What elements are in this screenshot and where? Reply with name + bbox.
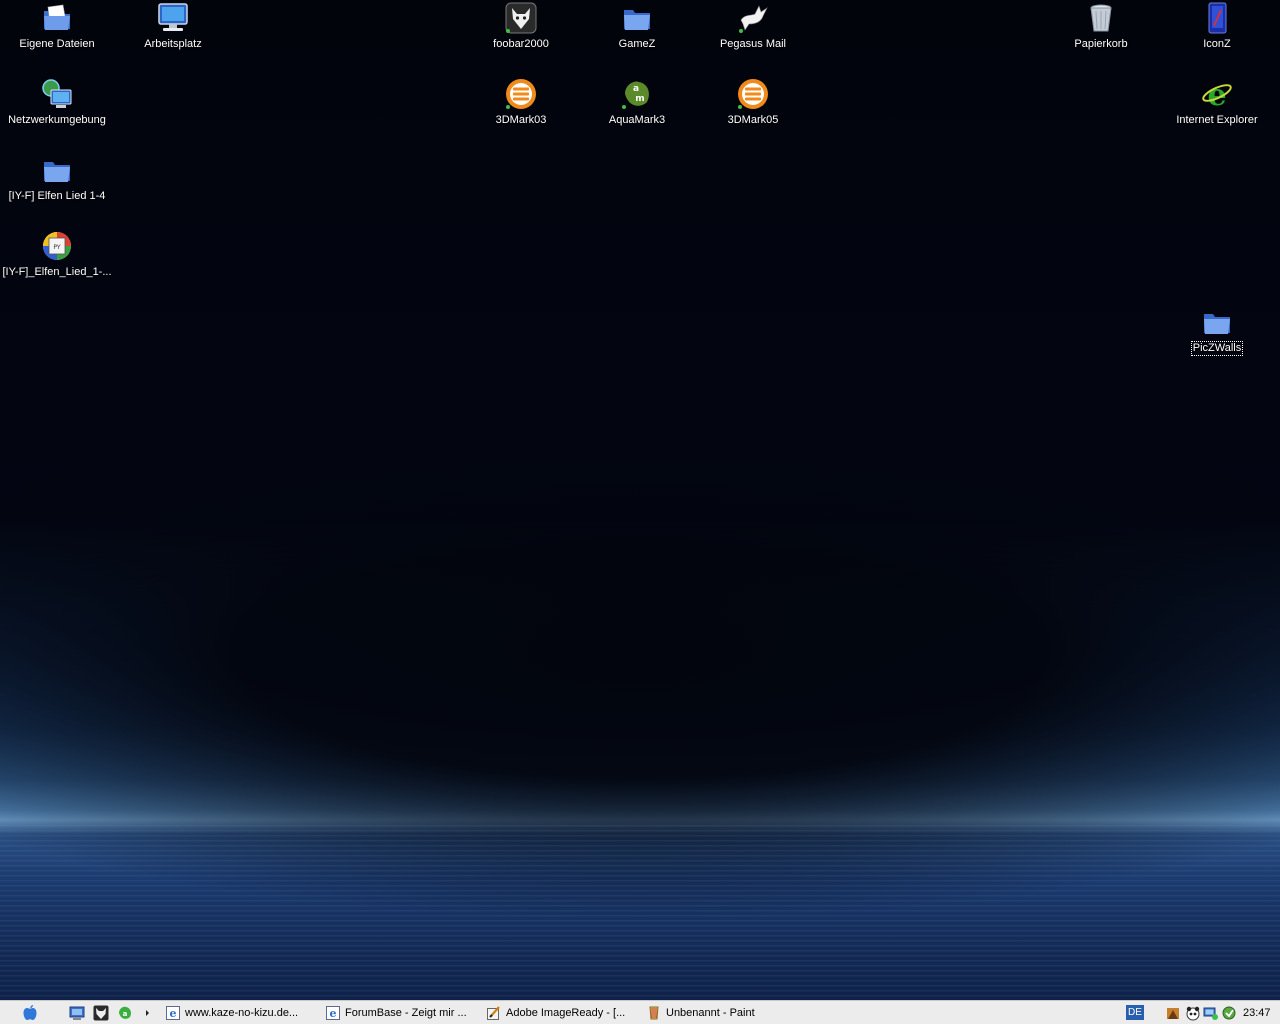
network-status-icon[interactable] [1203, 1005, 1219, 1021]
desktop-icon-eigene-dateien[interactable]: Eigene Dateien [0, 2, 115, 51]
svg-text:e: e [170, 1007, 177, 1020]
icon-label: Netzwerkumgebung [8, 114, 106, 126]
icon-label: PicZWalls [1190, 341, 1244, 356]
panda-icon[interactable] [1185, 1005, 1201, 1021]
imageready-icon [487, 1006, 500, 1021]
chevron-right-icon[interactable] [144, 1008, 152, 1018]
desktop-icon-foobar2000[interactable]: foobar2000 [463, 2, 579, 51]
svg-text:PY: PY [53, 244, 60, 251]
desktop-icon-elfen-lied-folder[interactable]: [IY-F] Elfen Lied 1-4 [0, 154, 115, 203]
my-computer-icon [158, 3, 188, 31]
aquamark-icon: a m [622, 81, 649, 109]
icon-label: [IY-F] Elfen Lied 1-4 [8, 190, 106, 202]
taskbar-button-imageready[interactable]: Adobe ImageReady - [... [487, 1004, 625, 1022]
taskbar-button-paint[interactable]: Unbenannt - Paint [647, 1004, 755, 1022]
icon-label: IconZ [1203, 38, 1231, 50]
icon-label: Pegasus Mail [719, 38, 787, 50]
desktop-icon-papierkorb[interactable]: Papierkorb [1043, 2, 1159, 51]
svg-text:a: a [633, 84, 639, 94]
desktop-icon-elfen-lied-file[interactable]: PY [IY-F]_Elfen_Lied_1-... [0, 230, 115, 279]
icon-label: 3DMark03 [495, 114, 547, 126]
svg-text:m: m [635, 94, 644, 104]
recycle-bin-icon [1090, 4, 1112, 32]
iconz-icon [1208, 2, 1227, 34]
icon-label: Papierkorb [1074, 38, 1128, 50]
aquamark-icon[interactable]: a [117, 1005, 133, 1021]
taskbar-button-kaze-no-kizu[interactable]: e www.kaze-no-kizu.de... [166, 1004, 298, 1022]
icon-label: AquaMark3 [608, 114, 666, 126]
tray-utility-icon[interactable] [1221, 1005, 1237, 1021]
desktop-icon-aquamark3[interactable]: a m AquaMark3 [579, 78, 695, 127]
icon-label: GameZ [618, 38, 656, 50]
desktop-icon-3dmark05[interactable]: 3DMark05 [695, 78, 811, 127]
icon-label: 3DMark05 [727, 114, 779, 126]
desktop-icon-3dmark03[interactable]: 3DMark03 [463, 78, 579, 127]
desktop-background: Eigene Dateien Arbeitsplatz Netzwerkumge… [0, 0, 1280, 1000]
foobar-icon[interactable] [93, 1005, 109, 1021]
taskbar-button-label: ForumBase - Zeigt mir ... [345, 1007, 467, 1019]
desktop-icon-arbeitsplatz[interactable]: Arbeitsplatz [115, 2, 231, 51]
3dmark-icon [506, 79, 536, 109]
icon-label: Eigene Dateien [19, 38, 95, 50]
3dmark-icon [738, 79, 768, 109]
icon-label: [IY-F]_Elfen_Lied_1-... [2, 266, 112, 278]
taskbar-button-label: www.kaze-no-kizu.de... [185, 1007, 299, 1019]
tray-app-icon[interactable] [1165, 1005, 1181, 1021]
icon-label: foobar2000 [493, 38, 549, 50]
taskbar-button-forumbase[interactable]: e ForumBase - Zeigt mir ... [326, 1004, 467, 1022]
desktop-icon-piczwalls[interactable]: PicZWalls [1159, 306, 1275, 356]
internet-explorer-icon: e [1202, 78, 1232, 110]
foobar-icon [505, 2, 537, 34]
language-indicator[interactable]: DE [1126, 1005, 1144, 1020]
icon-label: Internet Explorer [1176, 114, 1258, 126]
network-places-icon [42, 79, 72, 108]
folder-icon [44, 162, 70, 182]
internet-explorer-icon: e [326, 1006, 340, 1021]
sea-horizon [0, 825, 1280, 1000]
desktop-icon-iconz[interactable]: IconZ [1159, 2, 1275, 51]
folder-icon [624, 10, 650, 30]
media-file-icon: PY [43, 232, 71, 260]
internet-explorer-icon: e [166, 1006, 180, 1021]
desktop-icon-pegasus-mail[interactable]: Pegasus Mail [695, 2, 811, 51]
taskbar: a e www.kaze-no-kizu.de... e ForumBase - Z… [0, 1000, 1280, 1024]
show-desktop-icon[interactable] [69, 1005, 85, 1021]
desktop-icon-internet-explorer[interactable]: e Internet Explorer [1159, 78, 1275, 127]
folder-icon [1204, 314, 1230, 334]
taskbar-button-label: Unbenannt - Paint [666, 1007, 755, 1019]
svg-text:a: a [123, 1010, 128, 1018]
start-apple-icon[interactable] [22, 1004, 38, 1021]
icon-label: Arbeitsplatz [144, 38, 202, 50]
svg-text:e: e [330, 1007, 337, 1020]
taskbar-button-label: Adobe ImageReady - [... [506, 1007, 626, 1019]
pegasus-icon [739, 5, 768, 33]
my-documents-icon [44, 4, 70, 30]
system-clock[interactable]: 23:47 [1243, 1004, 1271, 1022]
desktop-icon-gamez[interactable]: GameZ [579, 2, 695, 51]
paint-icon [649, 1006, 659, 1020]
desktop-icon-netzwerkumgebung[interactable]: Netzwerkumgebung [0, 78, 115, 127]
